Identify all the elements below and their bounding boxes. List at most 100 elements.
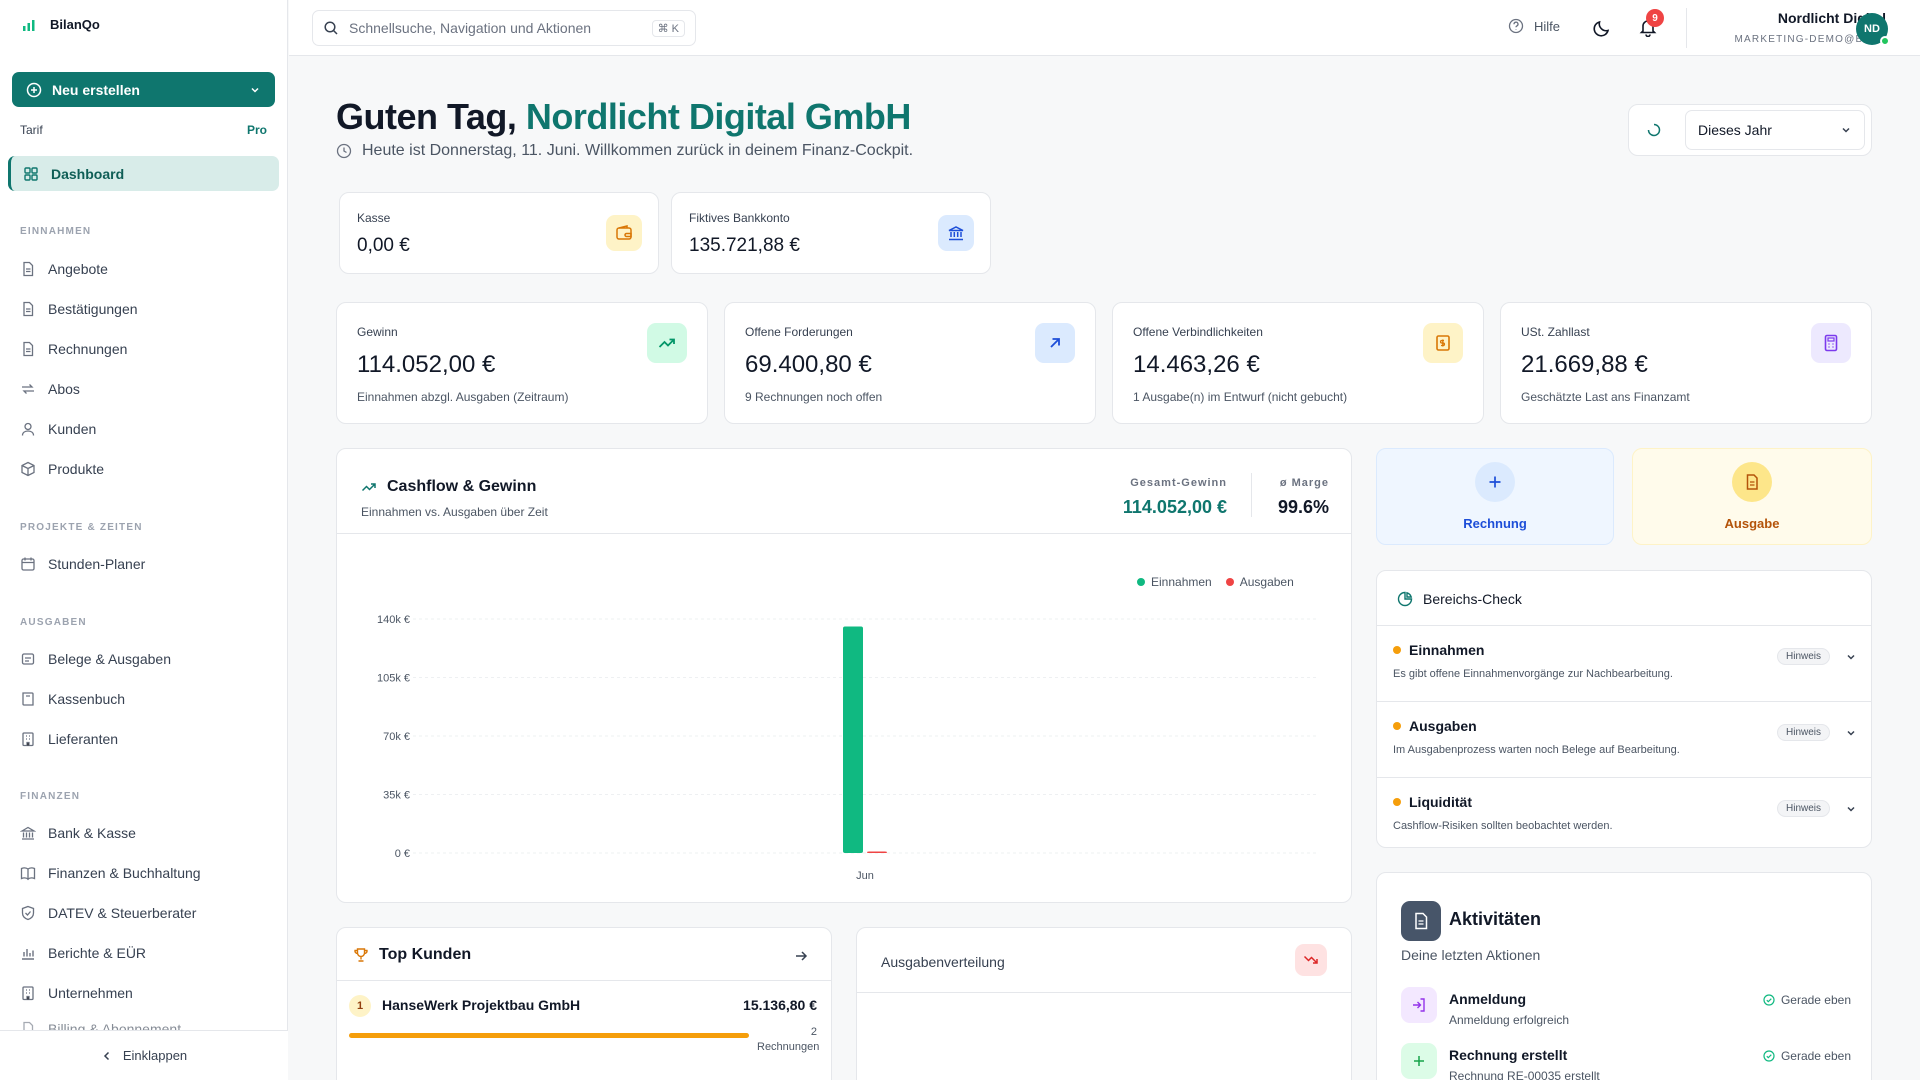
sidebar-item-produkte[interactable]: Produkte — [20, 457, 270, 481]
sidebar-item-unternehmen[interactable]: Unternehmen — [20, 981, 270, 1005]
sidebar-item-kassenbuch[interactable]: Kassenbuch — [20, 687, 270, 711]
kpi-label: USt. Zahllast — [1521, 325, 1590, 339]
area-check-row-title: Liquidität — [1409, 794, 1472, 810]
cashflow-title: Cashflow & Gewinn — [387, 478, 537, 495]
expense-distribution-title: Ausgabenverteilung — [881, 954, 1005, 970]
status-badge: Hinweis — [1777, 648, 1831, 665]
account-card-kasse[interactable]: Kasse 0,00 € — [339, 192, 659, 274]
arrow-right-icon[interactable] — [793, 948, 809, 964]
plus-icon — [1401, 1043, 1437, 1079]
check-circle-icon — [1763, 994, 1775, 1006]
cashflow-subtitle: Einnahmen vs. Ausgaben über Zeit — [361, 505, 548, 519]
open-book-icon — [20, 867, 36, 881]
bar-chart-icon — [22, 949, 34, 960]
book-icon — [22, 692, 34, 706]
sidebar-item-bank-kasse[interactable]: Bank & Kasse — [20, 821, 270, 845]
invoice-icon — [1423, 323, 1463, 363]
activity-title: Anmeldung — [1449, 991, 1526, 1007]
search-box[interactable]: ⌘ K — [312, 10, 696, 46]
page-subtitle: Heute ist Donnerstag, 11. Juni. Willkomm… — [336, 142, 913, 160]
help-button[interactable]: Hilfe — [1508, 18, 1560, 34]
kpi-card-verbindlichkeiten[interactable]: Offene Verbindlichkeiten 14.463,26 € 1 A… — [1112, 302, 1484, 424]
area-check-row[interactable]: Liquidität Cashflow-Risiken sollten beob… — [1377, 778, 1871, 848]
status-dot — [1393, 646, 1401, 654]
activity-item[interactable]: Anmeldung Anmeldung erfolgreich Gerade e… — [1377, 985, 1871, 1035]
activity-item[interactable]: Rechnung erstellt Rechnung RE-00035 erst… — [1377, 1041, 1871, 1080]
new-create-label: Neu erstellen — [52, 81, 140, 98]
card-divider — [857, 992, 1351, 993]
invoice-count-label: Rechnungen — [757, 1041, 820, 1053]
sidebar-item-kunden[interactable]: Kunden — [20, 417, 270, 441]
chevron-down-icon — [1847, 806, 1855, 812]
sidebar-item-bestaetigungen[interactable]: Bestätigungen — [20, 297, 270, 321]
cashflow-chart: 0 € 35k € 70k € 105k € 140k € Jun — [377, 614, 1317, 882]
activity-subtitle: Anmeldung erfolgreich — [1449, 1013, 1570, 1027]
account-card-bank[interactable]: Fiktives Bankkonto 135.721,88 € — [671, 192, 991, 274]
status-badge: Hinweis — [1777, 724, 1831, 741]
quick-action-expense-label: Ausgabe — [1724, 516, 1780, 531]
cashflow-header: Cashflow & Gewinn — [361, 478, 536, 496]
area-check-title: Bereichs-Check — [1423, 591, 1522, 607]
kpi-subtext: 9 Rechnungen noch offen — [745, 390, 883, 404]
rank-badge: 1 — [349, 995, 371, 1017]
sidebar-item-stunden-planer[interactable]: Stunden-Planer — [20, 552, 270, 576]
wallet-icon — [606, 215, 642, 251]
area-check-row-title: Ausgaben — [1409, 718, 1477, 734]
activity-title: Rechnung erstellt — [1449, 1047, 1568, 1063]
bar-einnahmen[interactable] — [843, 626, 863, 853]
trophy-icon — [354, 948, 368, 962]
plus-icon — [1475, 462, 1515, 502]
quick-action-invoice-label: Rechnung — [1463, 516, 1527, 531]
kpi-value: 14.463,26 € — [1133, 351, 1260, 378]
area-check-row[interactable]: Einnahmen Es gibt offene Einnahmenvorgän… — [1377, 626, 1871, 701]
shield-check-icon — [21, 905, 35, 921]
notification-badge: 9 — [1646, 9, 1664, 27]
greeting-prefix: Guten Tag, — [336, 96, 526, 137]
kpi-subtext: 1 Ausgabe(n) im Entwurf (nicht gebucht) — [1133, 390, 1348, 404]
chevron-down-icon — [1847, 654, 1855, 660]
plus-circle-icon — [26, 82, 42, 97]
kpi-label: Offene Verbindlichkeiten — [1133, 325, 1263, 339]
building-icon — [22, 986, 34, 1001]
sidebar-item-berichte[interactable]: Berichte & EÜR — [20, 941, 270, 965]
grid-icon — [24, 166, 38, 181]
sidebar-item-angebote[interactable]: Angebote — [20, 257, 270, 281]
kpi-card-forderungen[interactable]: Offene Forderungen 69.400,80 € 9 Rechnun… — [724, 302, 1096, 424]
search-input[interactable] — [349, 20, 642, 36]
bar-ausgaben[interactable] — [867, 851, 887, 854]
area-check-row[interactable]: Ausgaben Im Ausgabenprozess warten noch … — [1377, 702, 1871, 777]
refresh-button[interactable] — [1646, 122, 1662, 138]
cashflow-card: Cashflow & Gewinn Einnahmen vs. Ausgaben… — [336, 448, 1352, 903]
kpi-value: 114.052,00 € — [357, 351, 496, 378]
login-icon — [1401, 987, 1437, 1023]
clock-icon — [336, 143, 352, 159]
sidebar-item-lieferanten[interactable]: Lieferanten — [20, 727, 270, 751]
calendar-icon — [21, 557, 35, 571]
page-title: Guten Tag, Nordlicht Digital GmbH — [336, 96, 911, 138]
sidebar-item-datev[interactable]: DATEV & Steuerberater — [20, 901, 270, 925]
kpi-card-ust[interactable]: USt. Zahllast 21.669,88 € Geschätzte Las… — [1500, 302, 1872, 424]
quick-action-invoice[interactable]: Rechnung — [1376, 448, 1614, 545]
list-item[interactable]: 1 HanseWerk Projektbau GmbH 15.136,80 € … — [337, 981, 831, 1071]
kpi-card-gewinn[interactable]: Gewinn 114.052,00 € Einnahmen abzgl. Aus… — [336, 302, 708, 424]
top-customers-title: Top Kunden — [379, 946, 472, 963]
brand-logo[interactable]: BilanQo — [22, 17, 100, 32]
company-name: Nordlicht Digital GmbH — [525, 96, 912, 137]
dark-mode-toggle[interactable] — [1592, 18, 1612, 38]
legend-label-ausgaben: Ausgaben — [1239, 575, 1294, 589]
quick-action-expense[interactable]: Ausgabe — [1632, 448, 1872, 545]
sidebar-item-finanzen-buchhaltung[interactable]: Finanzen & Buchhaltung — [20, 861, 270, 885]
activities-card: Aktivitäten Deine letzten Aktionen Anmel… — [1376, 872, 1872, 1080]
document-icon — [1401, 901, 1441, 941]
period-select[interactable]: Dieses Jahr — [1685, 110, 1865, 150]
revenue-share-bar — [349, 1033, 749, 1038]
invoice-count-value: 2 — [810, 1026, 817, 1038]
sidebar-item-abos[interactable]: Abos — [20, 377, 270, 401]
collapse-sidebar-button[interactable]: Einklappen — [0, 1030, 288, 1080]
sidebar-item-belege[interactable]: Belege & Ausgaben — [20, 647, 270, 671]
sidebar-item-rechnungen[interactable]: Rechnungen — [20, 337, 270, 361]
new-create-button[interactable]: Neu erstellen — [12, 72, 275, 107]
sidebar-item-label: Bestätigungen — [48, 301, 138, 317]
search-icon — [324, 21, 338, 35]
sidebar-item-dashboard[interactable]: Dashboard — [8, 156, 279, 191]
